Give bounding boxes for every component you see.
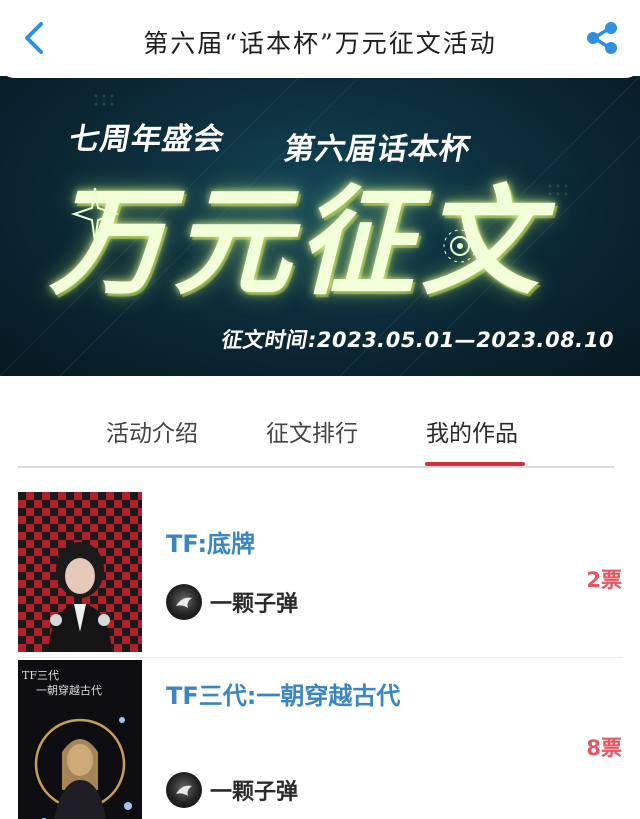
author-name: 一颗子弹	[210, 780, 299, 805]
book-cover: TF三代 一朝穿越古代	[18, 660, 142, 819]
bird-icon	[176, 785, 192, 796]
page-title: 第六届“话本杯”万元征文活动	[143, 29, 497, 58]
author-name: 一颗子弹	[210, 592, 299, 617]
chevron-left-icon	[25, 22, 43, 54]
share-button[interactable]	[584, 20, 620, 56]
banner-main-text: 万元征文	[42, 173, 573, 311]
cover-image	[18, 492, 142, 652]
top-bar: 第六届“话本杯”万元征文活动	[0, 0, 640, 78]
share-icon	[587, 22, 617, 54]
vote-count: 2票	[586, 568, 622, 592]
vote-count: 8票	[586, 736, 622, 760]
banner-date: 征文时间:2023.05.01—2023.08.10	[219, 328, 617, 352]
tab-my-works[interactable]: 我的作品	[426, 414, 518, 448]
author-info: 一颗子弹	[166, 584, 298, 620]
back-button[interactable]	[14, 18, 54, 58]
orbit-decoration-icon	[443, 229, 477, 263]
entry-title[interactable]: TF:底牌	[166, 524, 456, 564]
list-item[interactable]: TF:底牌 一颗子弹 2票	[18, 492, 622, 658]
active-tab-indicator	[425, 462, 525, 466]
book-cover	[18, 492, 142, 652]
bird-icon	[176, 597, 192, 608]
avatar	[166, 772, 202, 808]
avatar	[166, 584, 202, 620]
author-info: 一颗子弹	[166, 772, 298, 808]
tab-intro[interactable]: 活动介绍	[106, 414, 198, 448]
star-decoration-icon	[70, 187, 120, 243]
tab-ranking[interactable]: 征文排行	[266, 414, 358, 448]
cover-title-text: TF三代 一朝穿越古代	[22, 669, 102, 697]
tab-bar: 活动介绍 征文排行 我的作品	[18, 376, 614, 468]
event-banner: 七周年盛会 第六届话本杯 万元征文 征文时间:2023.05.01—2023.0…	[0, 76, 640, 376]
list-item[interactable]: TF三代 一朝穿越古代 TF三代:一朝穿越古代 一颗子弹 8票	[18, 660, 622, 819]
entry-title[interactable]: TF三代:一朝穿越古代	[166, 676, 456, 716]
